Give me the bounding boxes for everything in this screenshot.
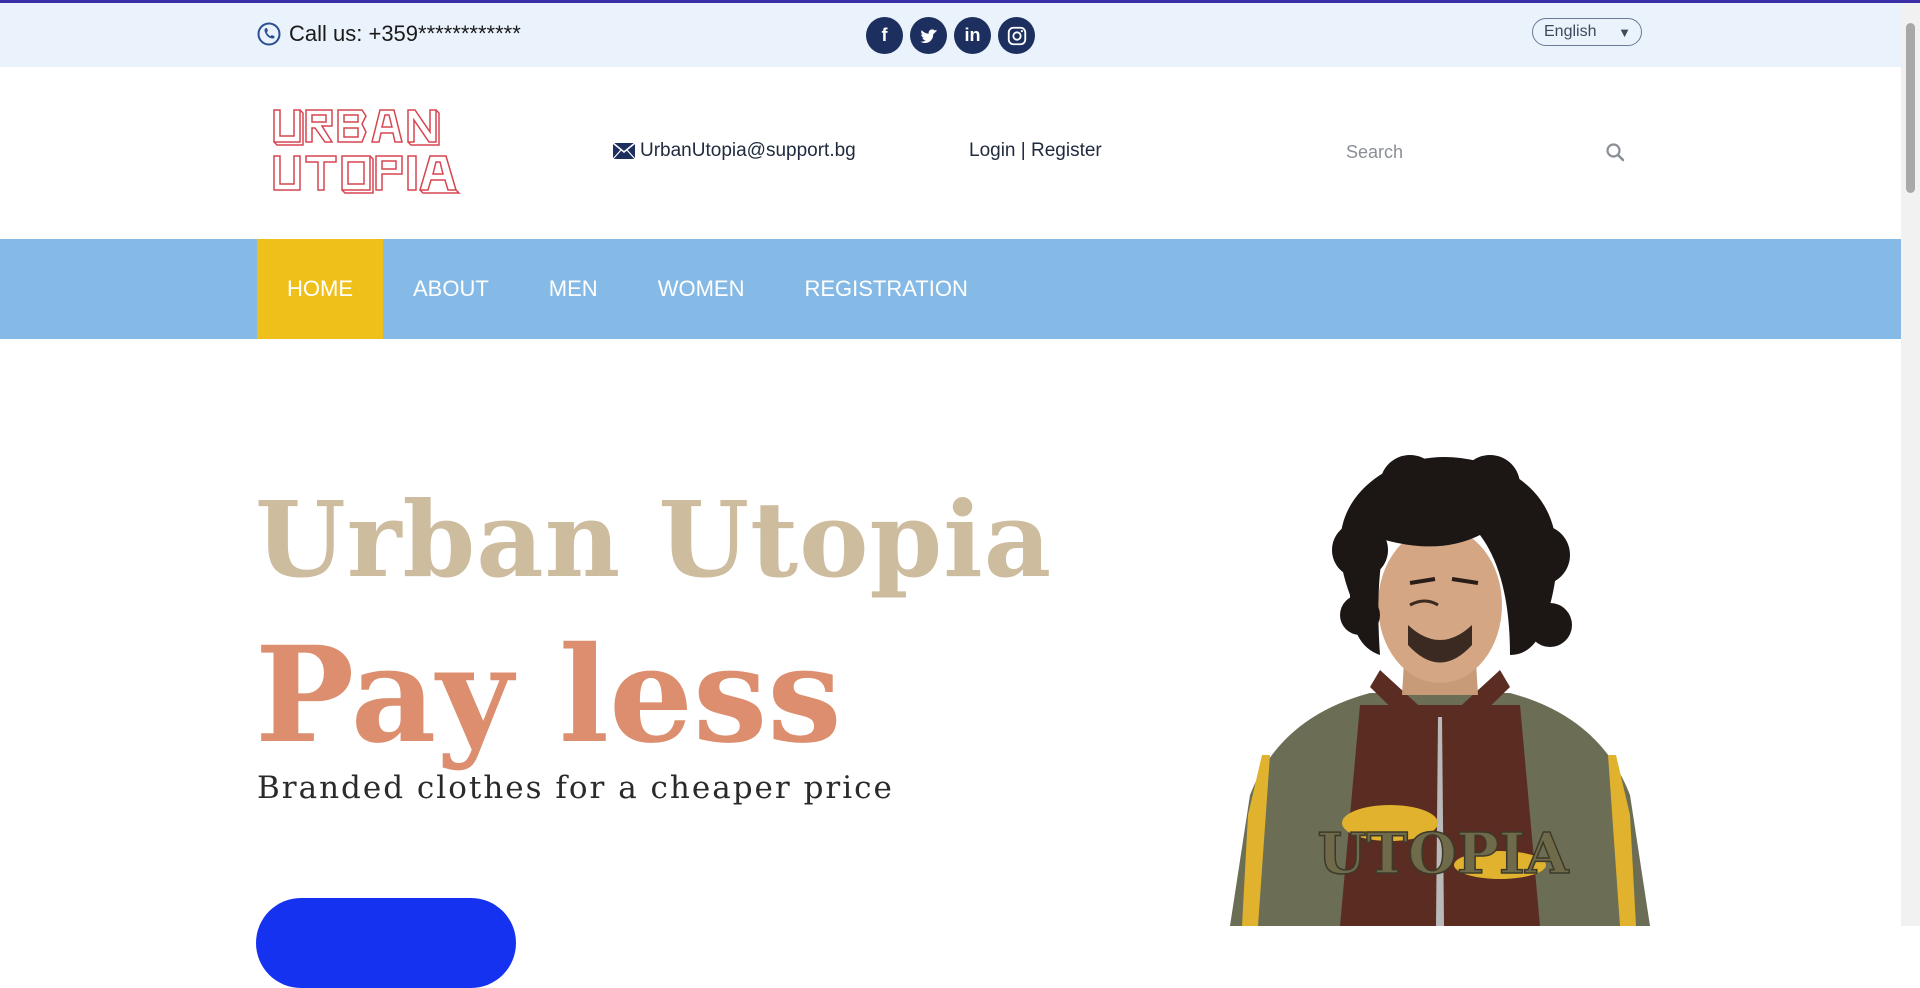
email-text: UrbanUtopia@support.bg xyxy=(640,140,856,161)
dropdown-arrow-icon: ▼ xyxy=(1618,24,1631,40)
nav-items: HOME ABOUT MEN WOMEN REGISTRATION xyxy=(257,239,998,339)
linkedin-icon[interactable]: in xyxy=(954,17,991,54)
hero-title: Urban Utopia xyxy=(255,478,1053,601)
page-scrollbar[interactable] xyxy=(1901,3,1920,926)
phone-contact[interactable]: Call us: +359************ xyxy=(257,21,521,47)
nav-item-registration[interactable]: REGISTRATION xyxy=(774,239,997,339)
jacket-logo-text: UTOPIA xyxy=(1317,821,1570,887)
register-link[interactable]: Register xyxy=(1031,140,1102,161)
search-icon[interactable] xyxy=(1605,142,1625,162)
auth-links: Login | Register xyxy=(969,140,1102,162)
language-value: English xyxy=(1544,23,1597,40)
nav-item-about[interactable]: ABOUT xyxy=(383,239,519,339)
search-input[interactable] xyxy=(1330,140,1608,164)
scrollbar-thumb[interactable] xyxy=(1906,23,1915,193)
site-logo[interactable] xyxy=(270,106,496,196)
top-bar: Call us: +359************ f in English ▼ xyxy=(0,3,1901,67)
login-link[interactable]: Login xyxy=(969,140,1016,161)
phone-text: Call us: +359************ xyxy=(289,21,521,46)
instagram-camera-icon xyxy=(1007,26,1026,45)
auth-separator: | xyxy=(1020,140,1026,161)
social-links: f in xyxy=(866,17,1035,54)
envelope-icon xyxy=(612,142,636,160)
phone-icon xyxy=(257,22,281,46)
facebook-icon[interactable]: f xyxy=(866,17,903,54)
hero-subtitle: Branded clothes for a cheaper price xyxy=(257,770,894,806)
twitter-icon[interactable] xyxy=(910,17,947,54)
nav-item-women[interactable]: WOMEN xyxy=(628,239,775,339)
language-select[interactable]: English ▼ xyxy=(1532,18,1642,46)
twitter-bird-icon xyxy=(920,28,937,43)
support-email[interactable]: UrbanUtopia@support.bg xyxy=(612,140,856,162)
hero-cta-button[interactable] xyxy=(256,898,516,988)
nav-item-home[interactable]: HOME xyxy=(257,239,383,339)
hero-headline: Pay less xyxy=(255,618,842,773)
instagram-icon[interactable] xyxy=(998,17,1035,54)
main-navigation: HOME ABOUT MEN WOMEN REGISTRATION xyxy=(0,239,1901,339)
nav-item-men[interactable]: MEN xyxy=(519,239,628,339)
hero-model-image: UTOPIA xyxy=(1230,455,1650,926)
search-box xyxy=(1330,132,1640,172)
